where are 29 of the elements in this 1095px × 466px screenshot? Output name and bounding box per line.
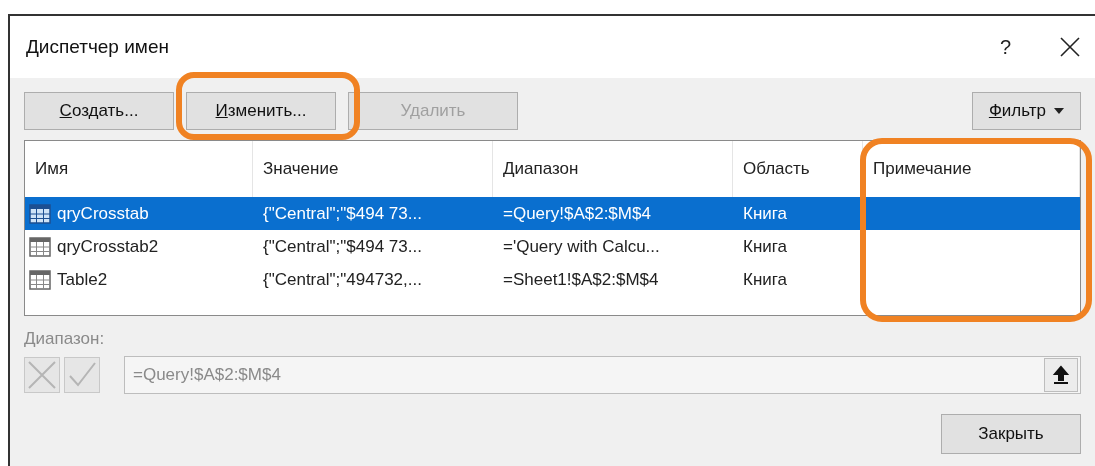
table-cell-text: Table2 [57,268,108,291]
help-button[interactable]: ? [987,32,1023,62]
toolbar-button[interactable]: Изменить... [186,92,336,130]
table-cell-text: ='Query with Calcu... [503,235,660,258]
table-icon [29,236,51,257]
table-cell-text: {"Central";"$494 73... [263,235,422,258]
table-cell-text: qryCrosstab [57,202,149,225]
table-row[interactable]: Table2 {"Central";"494732,... =Sheet1!$A$2:$M$4 Книга [25,263,1080,296]
table-cell-text: Книга [743,235,788,258]
table-cell-text: qryCrosstab2 [57,235,159,258]
filter-dropdown[interactable]: Фильтр [971,92,1081,130]
table-row[interactable]: qryCrosstab2 {"Central";"$494 73... ='Query with Calcu... Книга [25,230,1080,263]
close-icon[interactable] [1059,36,1081,58]
table-icon [29,269,51,290]
range-label: Диапазон: [24,328,106,350]
table-cell-text: Книга [743,268,788,291]
table-cell-text: {"Central";"494732,... [263,268,422,291]
window-title: Диспетчер имен [26,34,169,59]
table-icon [29,203,51,224]
toolbar-button[interactable]: Создать... [24,92,174,130]
collapse-icon[interactable] [1044,357,1078,392]
caret-icon [1054,108,1064,114]
table-row[interactable]: qryCrosstab {"Central";"$494 73... =Query!$A$2:$M$4 Книга [25,197,1080,230]
close-button[interactable]: Закрыть [941,413,1081,454]
table-cell-text: Книга [743,202,788,225]
table-cell-text: =Sheet1!$A$2:$M$4 [503,268,659,291]
table-cell-text: =Query!$A$2:$M$4 [503,202,651,225]
check-icon[interactable] [64,356,100,393]
table-cell-text: {"Central";"$494 73... [263,202,422,225]
